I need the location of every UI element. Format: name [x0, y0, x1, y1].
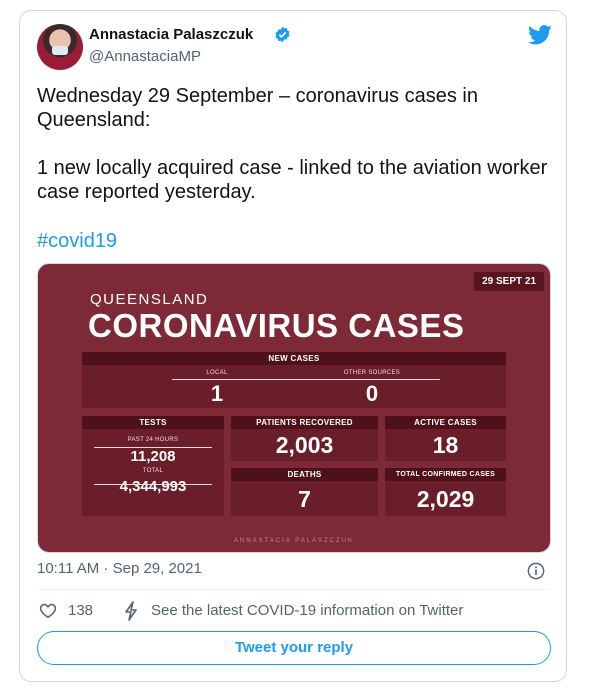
- covid-info-link[interactable]: See the latest COVID-19 information on T…: [151, 602, 463, 619]
- new-cases-box: NEW CASES LOCAL 1 OTHER SOURCES 0: [82, 352, 506, 408]
- active-cases-box: ACTIVE CASES 18: [385, 416, 506, 461]
- region-label: QUEENSLAND: [90, 291, 209, 308]
- total-confirmed-header: TOTAL CONFIRMED CASES: [385, 468, 506, 481]
- deaths-box: DEATHS 7: [231, 468, 378, 516]
- info-icon[interactable]: [527, 562, 545, 580]
- other-sources-label: OTHER SOURCES: [343, 370, 401, 376]
- past-24-hours-value: 11,208: [130, 448, 176, 465]
- like-count[interactable]: 138: [68, 602, 93, 619]
- tests-header: TESTS: [82, 416, 224, 429]
- total-tests-label: TOTAL: [142, 468, 164, 474]
- verified-badge-icon: [275, 26, 290, 43]
- tweet-timestamp[interactable]: 10:11 AM · Sep 29, 2021: [37, 560, 202, 577]
- local-label: LOCAL: [206, 370, 228, 376]
- new-cases-header: NEW CASES: [82, 352, 506, 365]
- tweet-text: Wednesday 29 September – coronavirus cas…: [37, 85, 548, 203]
- active-cases-header: ACTIVE CASES: [385, 416, 506, 429]
- lightning-bolt-icon: [125, 601, 137, 621]
- signature: ANNASTACIA PALASZCZUK: [233, 538, 355, 544]
- twitter-bird-icon[interactable]: [528, 25, 552, 45]
- tweet-media-image[interactable]: 29 SEPT 21 QUEENSLAND CORONAVIRUS CASES …: [37, 263, 551, 553]
- heart-icon[interactable]: [39, 602, 57, 619]
- past-24-hours-label: PAST 24 HOURS: [127, 437, 179, 443]
- total-tests-value: 4,344,993: [119, 478, 187, 495]
- hashtag-link[interactable]: #covid19: [37, 230, 117, 253]
- recovered-value: 2,003: [275, 432, 334, 458]
- total-confirmed-box: TOTAL CONFIRMED CASES 2,029: [385, 468, 506, 516]
- total-confirmed-value: 2,029: [416, 486, 475, 512]
- active-cases-value: 18: [432, 432, 459, 458]
- recovered-box: PATIENTS RECOVERED 2,003: [231, 416, 378, 461]
- tests-box: TESTS PAST 24 HOURS 11,208 TOTAL 4,344,9…: [82, 416, 224, 516]
- avatar[interactable]: [37, 24, 83, 70]
- local-value: 1: [210, 381, 224, 406]
- tweet-reply-button[interactable]: Tweet your reply: [37, 631, 551, 665]
- tweet-card: Annastacia Palaszczuk @AnnastaciaMP Wedn…: [19, 10, 567, 682]
- deaths-header: DEATHS: [231, 468, 378, 481]
- author-name[interactable]: Annastacia Palaszczuk: [89, 26, 253, 43]
- author-handle[interactable]: @AnnastaciaMP: [89, 48, 201, 65]
- deaths-value: 7: [298, 486, 311, 512]
- date-tag: 29 SEPT 21: [474, 272, 544, 291]
- media-title: CORONAVIRUS CASES: [88, 307, 465, 344]
- other-sources-value: 0: [365, 381, 379, 406]
- recovered-header: PATIENTS RECOVERED: [231, 416, 378, 429]
